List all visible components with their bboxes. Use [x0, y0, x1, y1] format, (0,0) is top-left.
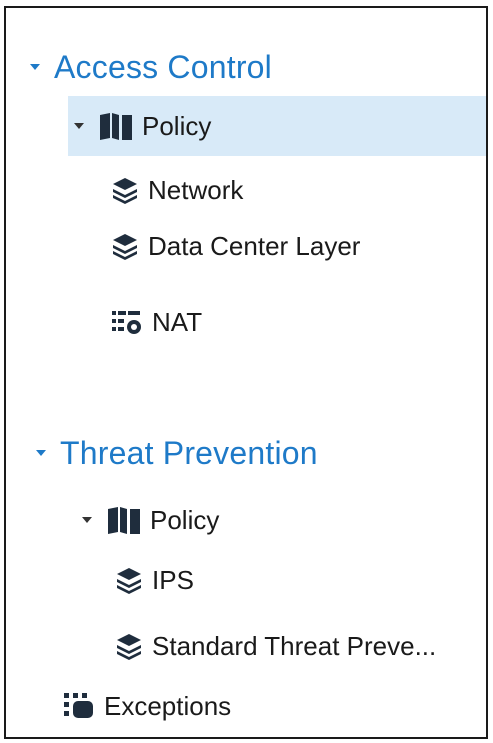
- tree-item-access-policy[interactable]: Policy: [74, 102, 211, 150]
- tree-section-threat-prevention[interactable]: Threat Prevention: [36, 430, 318, 476]
- layers-icon: [114, 631, 144, 661]
- tree-item-label: Exceptions: [104, 690, 232, 721]
- tree-item-label: NAT: [152, 306, 203, 337]
- policy-book-icon: [106, 505, 142, 535]
- tree-item-label: Network: [148, 174, 244, 205]
- layers-icon: [114, 565, 144, 595]
- tree-item-label: Standard Threat Preve...: [152, 630, 437, 661]
- collapse-caret-icon[interactable]: [36, 450, 46, 456]
- tree-item-exceptions[interactable]: Exceptions: [62, 686, 231, 726]
- policy-tree-panel: Access Control Policy Network Data Cente…: [4, 6, 488, 739]
- collapse-caret-icon[interactable]: [82, 517, 92, 523]
- section-title: Access Control: [54, 48, 272, 85]
- tree-item-threat-policy[interactable]: Policy: [82, 496, 219, 544]
- layers-icon: [110, 175, 140, 205]
- collapse-caret-icon[interactable]: [30, 64, 40, 70]
- collapse-caret-icon[interactable]: [74, 123, 84, 129]
- tree-item-label: Policy: [150, 504, 220, 535]
- tree-item-label: IPS: [152, 564, 194, 595]
- tree-item-nat[interactable]: NAT: [110, 302, 202, 342]
- tree-section-access-control[interactable]: Access Control: [30, 44, 272, 90]
- layers-icon: [110, 231, 140, 261]
- tree-item-data-center-layer[interactable]: Data Center Layer: [110, 226, 360, 266]
- section-title: Threat Prevention: [60, 434, 318, 471]
- tree-item-standard-threat-prevention-layer[interactable]: Standard Threat Preve...: [114, 626, 436, 666]
- policy-book-icon: [98, 111, 134, 141]
- tree-item-network-layer[interactable]: Network: [110, 170, 243, 210]
- tree-item-label: Policy: [142, 110, 212, 141]
- exceptions-icon: [62, 691, 96, 721]
- nat-icon: [110, 307, 144, 337]
- tree-item-label: Data Center Layer: [148, 230, 361, 261]
- tree-item-ips-layer[interactable]: IPS: [114, 560, 194, 600]
